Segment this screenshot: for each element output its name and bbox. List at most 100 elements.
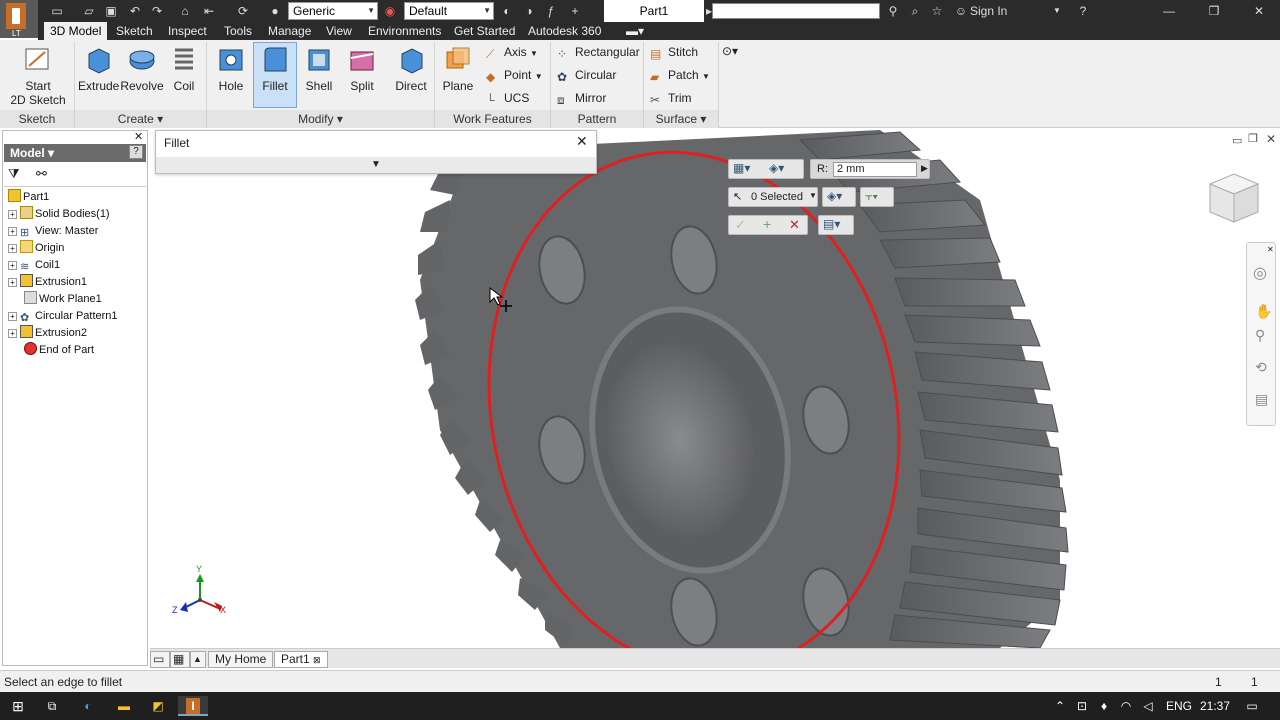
home-icon[interactable]: ⌂: [176, 2, 194, 20]
tab-close-icon[interactable]: ⊠: [313, 655, 321, 665]
browser-close-icon[interactable]: ✕: [134, 130, 143, 143]
tree-item-extrusion2[interactable]: + Extrusion2: [8, 325, 87, 342]
panel-modify[interactable]: Modify ▾: [207, 110, 435, 128]
axis-button[interactable]: ⟋ Axis ▼: [486, 42, 538, 62]
tree-item-work-plane1[interactable]: Work Plane1: [24, 291, 102, 308]
search-input[interactable]: [712, 3, 880, 19]
cancel-x-icon[interactable]: ✕: [789, 217, 800, 233]
gear-model[interactable]: [150, 128, 1280, 648]
fillet-dialog-expand-icon[interactable]: ▼: [156, 157, 596, 173]
tab-environments[interactable]: Environments: [362, 22, 447, 40]
undo-icon[interactable]: ↶: [126, 2, 144, 20]
tree-item-view-master[interactable]: + ⊞ View: Master: [8, 223, 98, 240]
open-icon[interactable]: ▱: [80, 2, 98, 20]
mini-toolbar-type-group[interactable]: ▦▾ ◈▾: [728, 159, 804, 179]
panel-create[interactable]: Create ▾: [75, 110, 207, 128]
hole-button[interactable]: Hole: [212, 44, 250, 93]
tab-view[interactable]: View: [320, 22, 358, 40]
expand-icon[interactable]: +: [8, 261, 17, 270]
app-logo[interactable]: LT: [0, 0, 38, 38]
tab-menu-icon[interactable]: ▲: [190, 651, 206, 668]
tab-3d-model[interactable]: 3D Model: [44, 22, 108, 40]
navbar-close-icon[interactable]: ✕: [1267, 245, 1274, 254]
ribbon-options-dropdown[interactable]: ⊙▾: [722, 44, 748, 62]
sticky-notes-icon[interactable]: ◩: [148, 696, 168, 716]
tab-get-started[interactable]: Get Started: [448, 22, 521, 40]
trim-button[interactable]: ✂ Trim: [650, 88, 692, 108]
tray-app-icon[interactable]: ⊡: [1072, 696, 1092, 716]
tab-part1[interactable]: Part1 ⊠: [274, 651, 328, 668]
expand-icon[interactable]: +: [8, 210, 17, 219]
direct-button[interactable]: Direct: [390, 44, 432, 93]
ucs-button[interactable]: └ UCS: [486, 88, 529, 108]
language-indicator[interactable]: ENG: [1166, 692, 1192, 720]
circular-pattern-button[interactable]: ✿ Circular: [557, 65, 616, 85]
point-button[interactable]: ◆ Point ▼: [486, 65, 543, 85]
save-icon[interactable]: ▣: [102, 2, 120, 20]
tree-item-end-of-part[interactable]: End of Part: [24, 342, 94, 359]
browser-search-icon[interactable]: ⚯: [36, 166, 47, 182]
rectangular-pattern-button[interactable]: ⁘ Rectangular: [557, 42, 640, 62]
apply-plus-icon[interactable]: +: [763, 216, 771, 232]
browser-help-icon[interactable]: ?: [129, 145, 143, 159]
more-options[interactable]: ▤▾: [818, 215, 854, 235]
browser-header[interactable]: Model ▾: [4, 144, 146, 162]
mirror-button[interactable]: ⧈ Mirror: [557, 88, 606, 108]
filter-icon[interactable]: ⧩: [8, 166, 20, 182]
file-explorer-icon[interactable]: ▬: [114, 696, 134, 716]
plane-button[interactable]: Plane: [438, 44, 478, 93]
fx-icon[interactable]: ƒ: [542, 2, 560, 20]
tree-item-origin[interactable]: + Origin: [8, 240, 64, 257]
fillet-option-1[interactable]: ◈▾: [822, 187, 856, 207]
binoculars-icon[interactable]: ⌕: [906, 2, 924, 20]
zoom-icon[interactable]: ⚲: [1255, 327, 1265, 344]
pan-icon[interactable]: ✋: [1255, 303, 1272, 320]
minimize-icon[interactable]: —: [1160, 2, 1178, 20]
stitch-button[interactable]: ▤ Stitch: [650, 42, 698, 62]
edge-fillet-icon[interactable]: ▦▾: [733, 161, 750, 175]
tab-manage[interactable]: Manage: [262, 22, 317, 40]
expand-icon[interactable]: +: [8, 244, 17, 253]
viewport-close-icon[interactable]: ✕: [1266, 132, 1276, 146]
tab-extra-icon[interactable]: ▬▾: [620, 22, 650, 40]
expand-icon[interactable]: +: [8, 312, 17, 321]
expand-icon[interactable]: +: [8, 227, 17, 236]
selection-dropdown-icon[interactable]: ▼: [809, 191, 817, 200]
fillet-button[interactable]: Fillet: [254, 44, 296, 93]
expand-icon[interactable]: +: [8, 278, 17, 287]
orbit-icon[interactable]: ⟲: [1255, 359, 1267, 376]
tab-tools[interactable]: Tools: [218, 22, 258, 40]
viewport-minimize-icon[interactable]: ▭: [1232, 134, 1242, 147]
help-icon[interactable]: ?: [1074, 2, 1092, 20]
selection-control[interactable]: ↖ 0 Selected ▼: [728, 187, 818, 207]
fillet-option-2[interactable]: ⫟▾: [860, 187, 894, 207]
appearance-combo[interactable]: Default ▼: [404, 2, 494, 20]
expand-icon[interactable]: +: [8, 329, 17, 338]
split-button[interactable]: Split: [342, 44, 382, 93]
return-icon[interactable]: ⇤: [200, 2, 218, 20]
viewport-restore-icon[interactable]: ❐: [1248, 132, 1258, 145]
tree-item-coil1[interactable]: + ≋ Coil1: [8, 257, 60, 274]
microphone-icon[interactable]: ♦: [1094, 696, 1114, 716]
shell-button[interactable]: Shell: [300, 44, 338, 93]
tab-sketch[interactable]: Sketch: [110, 22, 159, 40]
patch-button[interactable]: ▰ Patch ▼: [650, 65, 710, 85]
windows-start-icon[interactable]: ⊞: [8, 696, 28, 716]
tab-inspect[interactable]: Inspect: [162, 22, 213, 40]
tree-item-solid-bodies[interactable]: + Solid Bodies(1): [8, 206, 110, 223]
search-icon[interactable]: ⚲: [884, 2, 902, 20]
adjust-icon[interactable]: ◐: [498, 2, 516, 20]
radius-input[interactable]: 2 mm: [833, 162, 917, 177]
viewcube-icon[interactable]: [1204, 168, 1264, 228]
close-icon[interactable]: ✕: [1250, 2, 1268, 20]
clear-appearance-icon[interactable]: ◑: [520, 2, 538, 20]
revolve-button[interactable]: Revolve: [120, 44, 164, 93]
tab-my-home[interactable]: My Home: [208, 651, 274, 668]
tray-expand-icon[interactable]: ⌃: [1050, 696, 1070, 716]
tree-item-part1[interactable]: Part1: [8, 189, 49, 206]
tab-autodesk-360[interactable]: Autodesk 360: [522, 22, 607, 40]
redo-icon[interactable]: ↷: [148, 2, 166, 20]
extrude-button[interactable]: Extrude: [78, 44, 119, 93]
coil-button[interactable]: Coil: [166, 44, 202, 93]
tree-item-extrusion1[interactable]: + Extrusion1: [8, 274, 87, 291]
